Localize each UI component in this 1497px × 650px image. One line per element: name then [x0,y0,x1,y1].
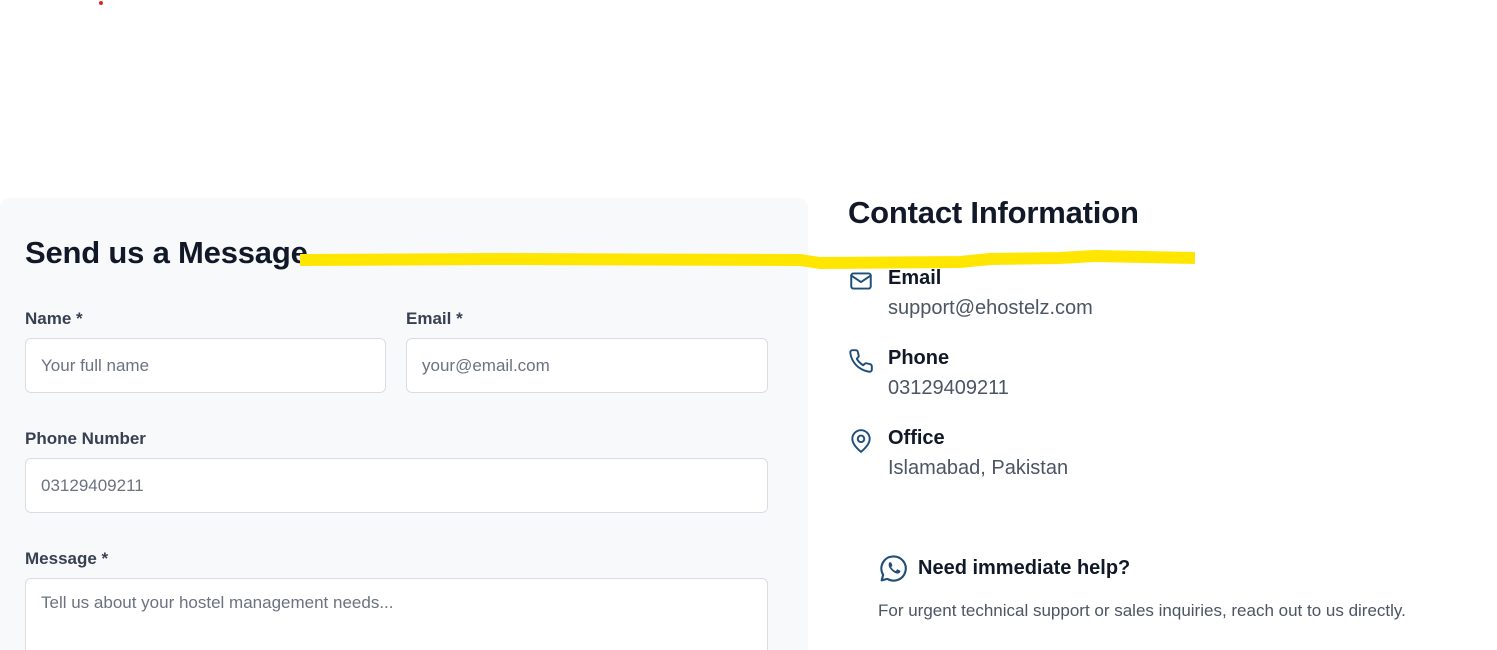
mail-icon [848,268,874,294]
form-title: Send us a Message [25,235,308,270]
contact-title: Contact Information [848,195,1139,230]
email-input[interactable] [406,338,768,393]
phone-icon [848,348,874,374]
email-label: Email * [406,309,463,328]
phone-label: Phone Number [25,429,146,448]
office-info-value: Islamabad, Pakistan [888,457,1069,479]
message-textarea[interactable] [25,578,768,650]
phone-info-label: Phone [888,347,950,369]
email-info-value[interactable]: support@ehostelz.com [888,295,1093,321]
contact-page: Send us a Message Name * Email * Phone N… [0,0,1497,650]
whatsapp-icon [878,553,909,584]
name-label: Name * [25,309,83,328]
phone-input[interactable] [25,458,768,513]
name-input[interactable] [25,338,386,393]
office-info-label: Office [888,427,945,449]
phone-info-value[interactable]: 03129409211 [888,375,1009,401]
map-pin-icon [848,428,874,454]
email-info-label: Email [888,267,942,289]
red-dot-marker [99,1,103,5]
help-text: For urgent technical support or sales in… [878,601,1406,620]
message-label: Message * [25,549,109,568]
help-title: Need immediate help? [918,557,1131,579]
